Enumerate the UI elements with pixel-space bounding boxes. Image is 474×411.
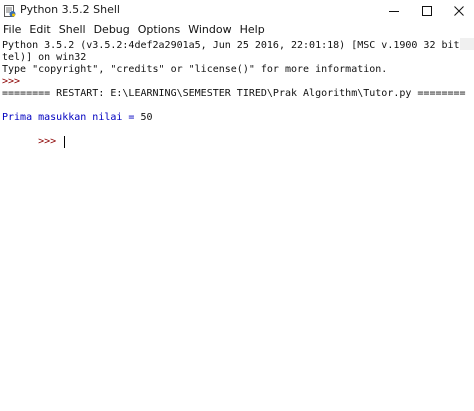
menu-options[interactable]: Options	[134, 22, 184, 37]
vertical-scrollbar[interactable]	[460, 38, 474, 50]
shell-line-banner-1: Python 3.5.2 (v3.5.2:4def2a2901a5, Jun 2…	[2, 40, 474, 51]
shell-prompt: >>>	[38, 136, 63, 147]
menu-edit[interactable]: Edit	[25, 22, 54, 37]
menu-shell[interactable]: Shell	[55, 22, 90, 37]
shell-line-banner-3: Type "copyright", "credits" or "license(…	[2, 64, 388, 75]
text-cursor	[64, 136, 66, 148]
close-icon	[454, 1, 464, 20]
idle-shell-window: Python 3.5.2 Shell File Edit Shell Debug…	[0, 0, 474, 411]
shell-output-result: Prima	[2, 112, 33, 123]
menu-help[interactable]: Help	[236, 22, 269, 37]
window-title: Python 3.5.2 Shell	[20, 3, 120, 16]
menu-window[interactable]: Window	[184, 22, 235, 37]
python-idle-icon	[4, 3, 16, 17]
output-text: masukkan nilai =	[38, 112, 141, 123]
shell-text-area[interactable]: Python 3.5.2 (v3.5.2:4def2a2901a5, Jun 2…	[0, 38, 474, 411]
maximize-button[interactable]	[411, 0, 443, 21]
maximize-icon	[422, 1, 432, 20]
shell-restart-line: ======== RESTART: E:\LEARNING\SEMESTER T…	[2, 88, 466, 99]
shell-prompt: >>>	[2, 76, 27, 87]
close-button[interactable]	[444, 0, 474, 21]
menu-file[interactable]: File	[0, 22, 25, 37]
minimize-button[interactable]	[378, 0, 410, 21]
menu-bar: File Edit Shell Debug Options Window Hel…	[0, 21, 474, 37]
shell-line-banner-2: tel)] on win32	[2, 52, 87, 63]
user-input-value: 50	[140, 112, 153, 123]
minimize-icon	[389, 1, 399, 20]
title-bar[interactable]: Python 3.5.2 Shell	[0, 0, 474, 21]
shell-active-prompt-line[interactable]: >>>	[2, 124, 66, 160]
menu-debug[interactable]: Debug	[90, 22, 134, 37]
